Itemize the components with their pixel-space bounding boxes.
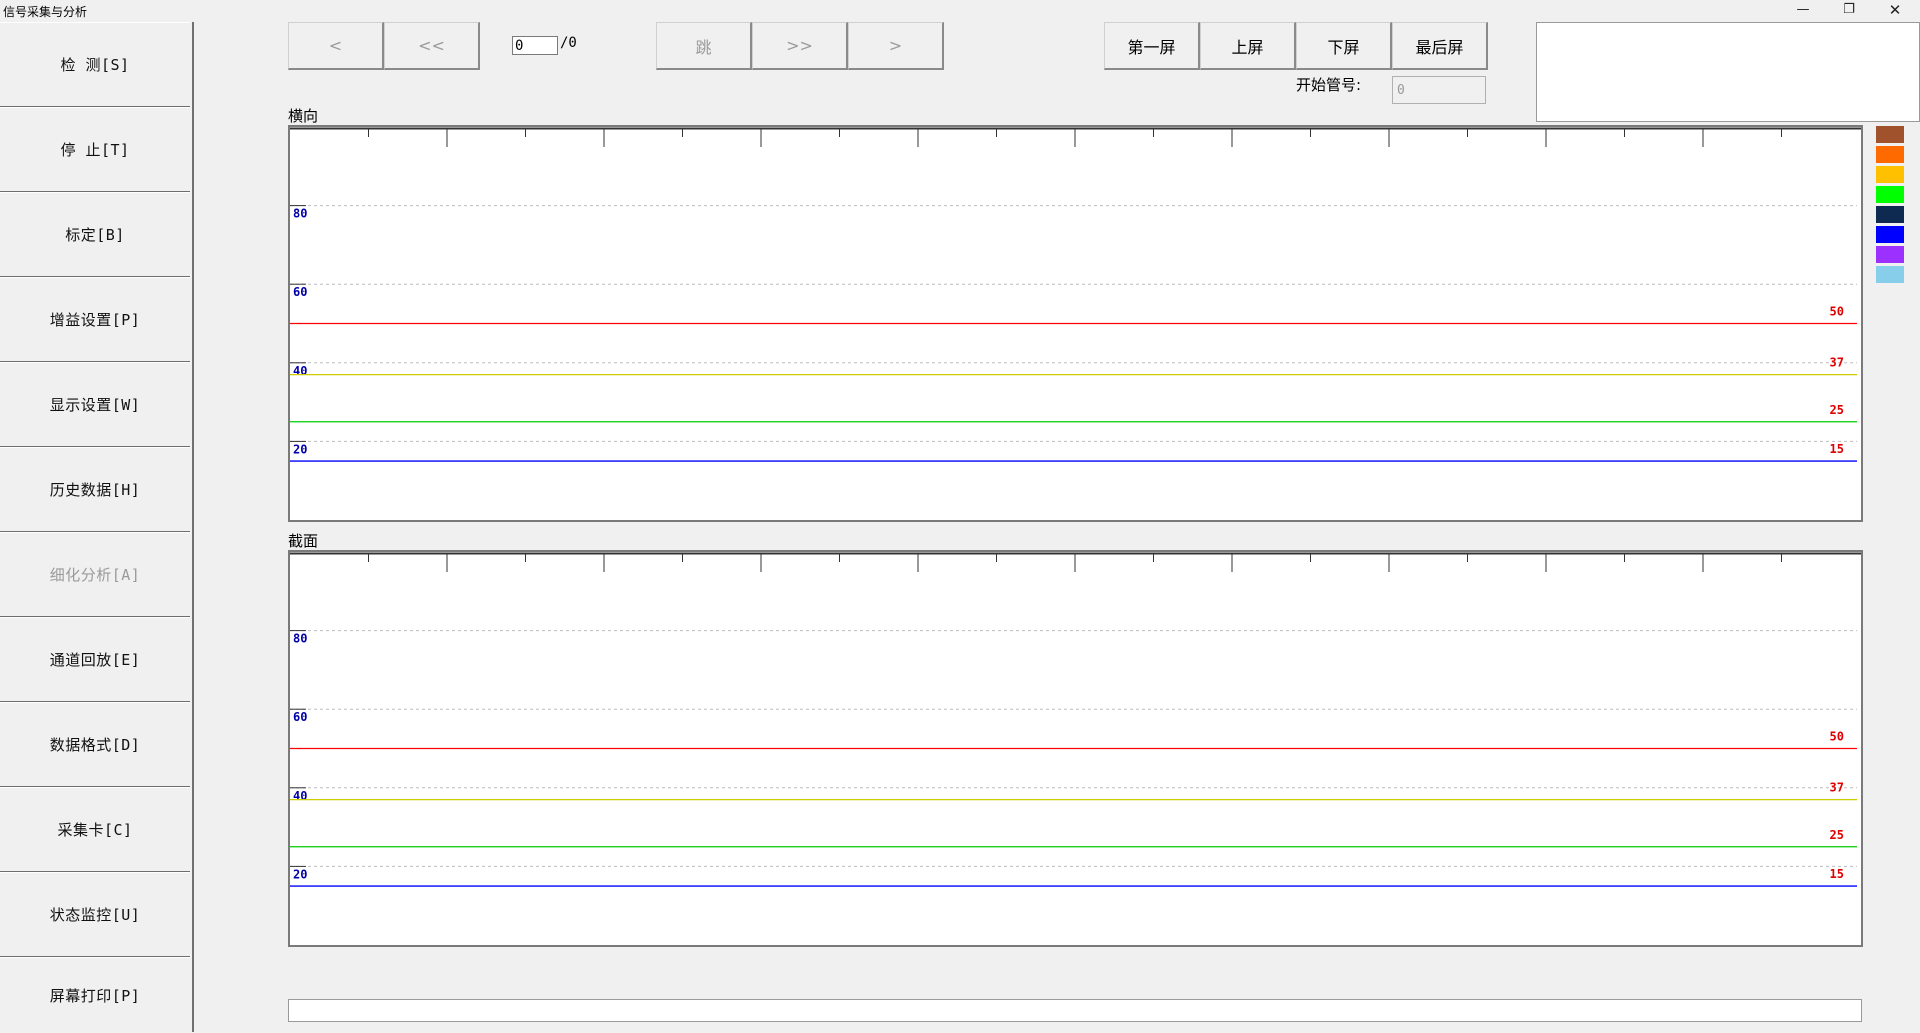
threshold-label: 37 (1830, 356, 1844, 370)
threshold-label: 25 (1830, 403, 1844, 417)
status-monitor-button[interactable]: 状态监控[U] (0, 872, 190, 958)
channel-playback-button[interactable]: 通道回放[E] (0, 617, 190, 703)
legend-swatch (1876, 166, 1904, 183)
threshold-label: 37 (1830, 781, 1844, 795)
y-tick-label: 20 (293, 867, 307, 881)
threshold-label: 50 (1830, 305, 1844, 319)
transverse-chart: 80 60 40 20 50 37 25 15 (288, 125, 1863, 522)
y-tick-label: 40 (293, 364, 307, 378)
status-bar (288, 999, 1862, 1022)
calibrate-button[interactable]: 标定[B] (0, 192, 190, 278)
info-box (1536, 22, 1920, 122)
page-total: /0 (560, 35, 577, 51)
gain-settings-button[interactable]: 增益设置[P] (0, 277, 190, 363)
y-tick-label: 80 (293, 632, 307, 646)
title-bar: 信号采集与分析 — ❐ ✕ (0, 0, 1920, 22)
prev-screen-button[interactable]: 上屏 (1200, 22, 1296, 70)
y-tick-label: 60 (293, 285, 307, 299)
legend-swatch (1876, 266, 1904, 283)
start-pipe-input[interactable] (1392, 76, 1486, 104)
data-format-button[interactable]: 数据格式[D] (0, 702, 190, 788)
last-screen-button[interactable]: 最后屏 (1392, 22, 1488, 70)
section-chart-svg: 80 60 40 20 50 37 25 15 (290, 552, 1861, 887)
first-screen-button[interactable]: 第一屏 (1104, 22, 1200, 70)
threshold-label: 15 (1830, 442, 1844, 456)
history-data-button[interactable]: 历史数据[H] (0, 447, 190, 533)
screen-print-button[interactable]: 屏幕打印[P] (0, 957, 190, 1033)
legend-swatch (1876, 226, 1904, 243)
capture-card-button[interactable]: 采集卡[C] (0, 787, 190, 873)
next-button[interactable]: > (848, 22, 944, 70)
section-chart: 80 60 40 20 50 37 25 15 (288, 550, 1863, 947)
start-pipe-label: 开始管号: (1296, 76, 1362, 94)
restore-icon[interactable]: ❐ (1826, 0, 1872, 22)
y-tick-label: 80 (293, 207, 307, 221)
detect-button[interactable]: 检 测[S] (0, 22, 190, 108)
minimize-icon[interactable]: — (1780, 0, 1826, 22)
chart-title-section: 截面 (288, 532, 319, 550)
next-screen-button[interactable]: 下屏 (1296, 22, 1392, 70)
legend-swatch (1876, 186, 1904, 203)
prev-button[interactable]: < (288, 22, 384, 70)
window-title: 信号采集与分析 (3, 5, 88, 19)
display-settings-button[interactable]: 显示设置[W] (0, 362, 190, 448)
threshold-label: 15 (1830, 867, 1844, 881)
close-icon[interactable]: ✕ (1872, 0, 1918, 22)
threshold-label: 25 (1830, 828, 1844, 842)
threshold-label: 50 (1830, 730, 1844, 744)
prev-fast-button[interactable]: << (384, 22, 480, 70)
transverse-chart-svg: 80 60 40 20 50 37 25 15 (290, 127, 1861, 462)
stop-button[interactable]: 停 止[T] (0, 107, 190, 193)
y-tick-label: 20 (293, 442, 307, 456)
legend-swatch (1876, 246, 1904, 263)
chart-title-transverse: 横向 (288, 107, 319, 125)
y-tick-label: 40 (293, 789, 307, 803)
jump-button[interactable]: 跳 (656, 22, 752, 70)
legend-swatch (1876, 206, 1904, 223)
next-fast-button[interactable]: >> (752, 22, 848, 70)
detail-analysis-button[interactable]: 细化分析[A] (0, 532, 190, 618)
page-input[interactable] (512, 36, 558, 55)
legend-swatch (1876, 146, 1904, 163)
legend-swatch (1876, 126, 1904, 143)
y-tick-label: 60 (293, 710, 307, 724)
sidebar: 检 测[S] 停 止[T] 标定[B] 增益设置[P] 显示设置[W] 历史数据… (0, 22, 194, 1032)
